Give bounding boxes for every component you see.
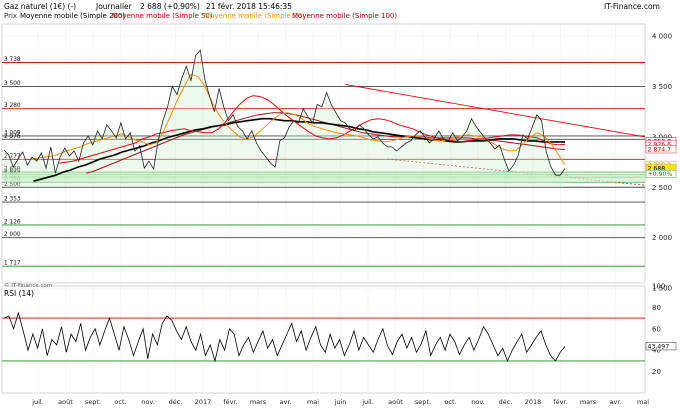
- level-label: 2 353: [4, 197, 21, 203]
- level-label: 2 126: [4, 219, 21, 225]
- rsi-y-tick-label: 20: [652, 368, 661, 376]
- legend-sma100: Moyenne mobile (Simple 100): [292, 12, 397, 20]
- level-label: 2 976: [4, 134, 21, 140]
- x-tick-label: juin: [334, 398, 347, 406]
- x-tick-label: sept.: [85, 398, 101, 406]
- x-tick-label: oct.: [114, 398, 126, 406]
- level-label: 2 000: [4, 232, 21, 238]
- level-label: 3 500: [4, 81, 21, 87]
- x-tick-label: mars: [580, 398, 597, 406]
- rsi-y-tick-label: 60: [652, 325, 661, 333]
- x-tick-label: août: [58, 398, 73, 406]
- x-tick-label: 2018: [525, 398, 542, 406]
- right-value-label: +0,90%: [648, 171, 673, 178]
- rsi-last-label: 43,497: [648, 343, 670, 350]
- y-tick-label: 4 000: [652, 33, 672, 41]
- x-tick-label: juil.: [31, 398, 44, 406]
- x-tick-label: sept.: [415, 398, 431, 406]
- resistance-trendline: [345, 84, 646, 138]
- x-tick-label: déc.: [169, 398, 183, 406]
- watermark: © IT-Finance.com: [4, 282, 52, 289]
- x-tick-label: févr.: [223, 398, 237, 406]
- x-tick-label: nov.: [141, 398, 155, 406]
- x-tick-label: mars: [250, 398, 267, 406]
- legend-price: Prix: [4, 12, 17, 20]
- x-tick-label: août: [388, 398, 403, 406]
- x-tick-label: déc.: [499, 398, 513, 406]
- x-tick-label: avr.: [280, 398, 292, 406]
- y-tick-label: 2 000: [652, 234, 672, 242]
- datetime-label: 21 févr. 2018 15:46:35: [206, 2, 292, 11]
- level-label: 3 738: [4, 57, 21, 63]
- x-tick-label: oct.: [444, 398, 456, 406]
- brand-label: IT-Finance.com: [604, 2, 660, 11]
- chart-canvas: 3 7383 5003 2803 0092 9762 7772 6502 625…: [1, 2, 677, 406]
- legend-sma200: Moyenne mobile (Simple 200): [20, 12, 125, 20]
- right-value-label: 2 874,7: [648, 146, 672, 153]
- y-tick-label: 2 500: [652, 184, 672, 192]
- x-tick-label: mai: [307, 398, 319, 406]
- instrument-title: Gaz naturel (1€) (-): [4, 2, 76, 11]
- rsi-title: RSI (14): [4, 289, 34, 298]
- y-tick-label: 3 500: [652, 83, 672, 91]
- x-tick-label: avr.: [610, 398, 622, 406]
- x-tick-label: mai: [637, 398, 649, 406]
- chart-root: 3 7383 5003 2803 0092 9762 7772 6502 625…: [0, 0, 680, 409]
- level-label: 1 717: [4, 261, 21, 267]
- rsi-y-tick-label: 100: [652, 283, 665, 291]
- legend-sma50: Moyenne mobile (Simple 50): [112, 12, 213, 20]
- price-area: [4, 50, 565, 188]
- legend-sma20: Moyenne mobile (Simple 20): [204, 12, 305, 20]
- x-tick-label: 2017: [195, 398, 212, 406]
- x-tick-label: nov.: [471, 398, 485, 406]
- x-tick-label: juil.: [361, 398, 374, 406]
- rsi-line: [3, 311, 566, 363]
- level-label: 3 280: [4, 103, 21, 109]
- last-change-label: 2 688 (+0,90%): [140, 2, 200, 11]
- timeframe-label: Journalier: [95, 2, 133, 11]
- x-tick-label: févr.: [553, 398, 567, 406]
- rsi-y-tick-label: 80: [652, 304, 661, 312]
